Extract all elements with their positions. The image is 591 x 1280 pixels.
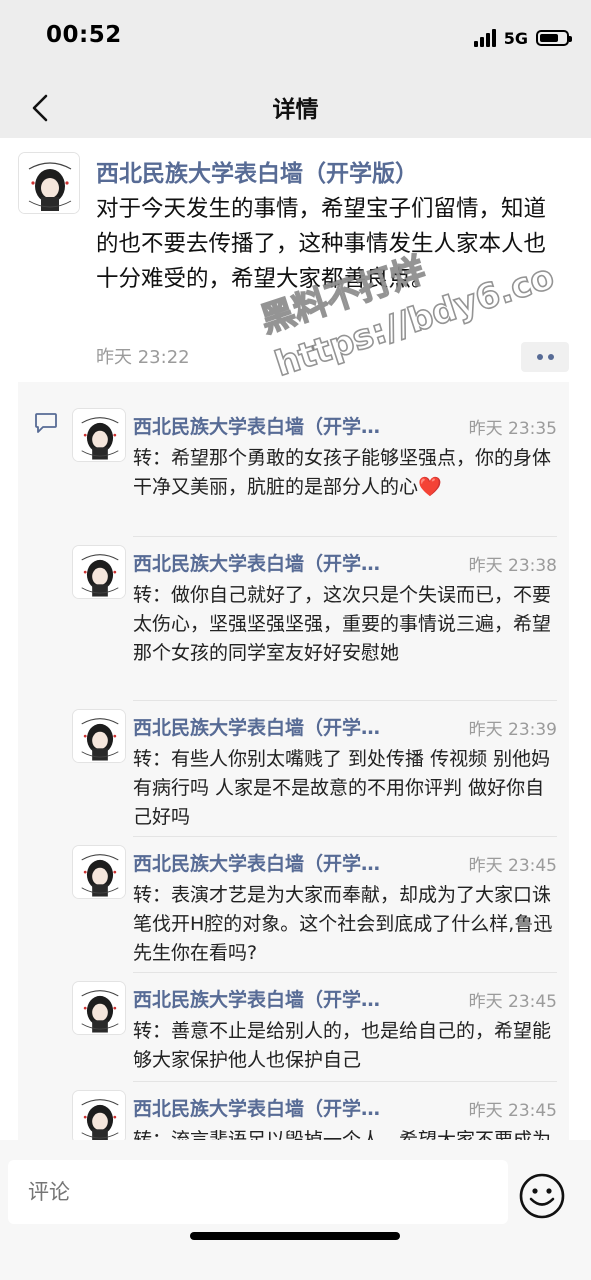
avatar-girl-icon [73, 546, 125, 598]
comment-author-name[interactable]: 西北民族大学表白墙（开学… [133, 549, 433, 576]
comment-author-name[interactable]: 西北民族大学表白墙（开学… [133, 713, 433, 740]
comment-divider [133, 972, 557, 973]
emoji-button[interactable] [518, 1172, 566, 1220]
comment-bar [0, 1140, 591, 1280]
avatar-girl-icon [73, 846, 125, 898]
comment-bubble-icon [35, 413, 57, 433]
more-dot [547, 354, 554, 360]
comment-time: 昨天 23:39 [468, 720, 557, 740]
comment-author-name[interactable]: 西北民族大学表白墙（开学… [133, 412, 433, 439]
comment-author-avatar[interactable] [72, 408, 126, 462]
post-time: 昨天 23:22 [96, 347, 190, 368]
comment-author-avatar[interactable] [72, 1090, 126, 1142]
comment-divider [133, 700, 557, 701]
comment-time: 昨天 23:45 [468, 1101, 557, 1121]
comment-author-avatar[interactable] [72, 545, 126, 599]
comment-divider [133, 836, 557, 837]
home-indicator [190, 1232, 400, 1240]
avatar-girl-icon [73, 409, 125, 461]
comment-divider [133, 536, 557, 537]
comment-divider [133, 1081, 557, 1082]
post-author-avatar[interactable] [18, 152, 80, 214]
comment-input[interactable] [8, 1160, 508, 1224]
comment-time: 昨天 23:35 [468, 419, 557, 439]
comment-author-name[interactable]: 西北民族大学表白墙（开学… [133, 985, 433, 1012]
page-title: 详情 [272, 97, 319, 123]
more-actions-button[interactable] [521, 342, 569, 372]
avatar-girl-icon [73, 1091, 125, 1142]
comment-text: 转：有些人你别太嘴贱了 到处传播 传视频 别他妈有病行吗 人家是不是故意的不用你… [133, 748, 551, 828]
comment-author-avatar[interactable] [72, 981, 126, 1035]
nav-bar: 详情 [0, 76, 591, 138]
comment-author-name[interactable]: 西北民族大学表白墙（开学… [133, 849, 433, 876]
post-author-name[interactable]: 西北民族大学表白墙（开学版） [96, 154, 418, 188]
status-indicators: 5G [473, 24, 572, 52]
avatar-girl-icon [73, 982, 125, 1034]
avatar-girl-icon [73, 710, 125, 762]
comments-section: 西北民族大学表白墙（开学… 昨天 23:35 转：希望那个勇敢的女孩子能够坚强点，你… [18, 382, 569, 1142]
post-text: 对于今天发生的事情，希望宝子们留情，知道的也不要去传播了，这种事情发生人家本人也… [96, 196, 547, 292]
avatar-girl-icon [19, 153, 79, 213]
more-dots-icon [536, 354, 543, 360]
comment-author-name[interactable]: 西北民族大学表白墙（开学… [133, 1094, 433, 1121]
comment-text: 转：表演才艺是为大家而奉献，却成为了大家口诛笔伐开H腔的对象。这个社会到底成了什… [133, 884, 553, 964]
status-bar: 00:52 5G [0, 0, 591, 76]
comment-time: 昨天 23:45 [468, 992, 557, 1012]
post: 西北民族大学表白墙（开学版） 对于今天发生的事情，希望宝子们留情，知道的也不要去… [0, 138, 591, 1142]
signal-icon [473, 29, 496, 47]
status-time: 00:52 [46, 22, 122, 48]
comment-time: 昨天 23:38 [468, 556, 557, 576]
comment-author-avatar[interactable] [72, 709, 126, 763]
comment-text: 转：善意不止是给别人的，也是给自己的，希望能够大家保护他人也保护自己 [133, 1020, 552, 1071]
comment-author-avatar[interactable] [72, 845, 126, 899]
comment-text: 转：希望那个勇敢的女孩子能够坚强点，你的身体干净又美丽，肮脏的是部分人的心❤️ [133, 447, 552, 498]
battery-level [540, 34, 558, 42]
battery-icon [536, 30, 572, 46]
comment-text: 转：做你自己就好了，这次只是个失误而已，不要太伤心，坚强坚强坚强，重要的事情说三… [133, 584, 552, 664]
network-label: 5G [503, 28, 528, 48]
emoji-smile-icon [519, 1173, 565, 1219]
comment-time: 昨天 23:45 [468, 856, 557, 876]
